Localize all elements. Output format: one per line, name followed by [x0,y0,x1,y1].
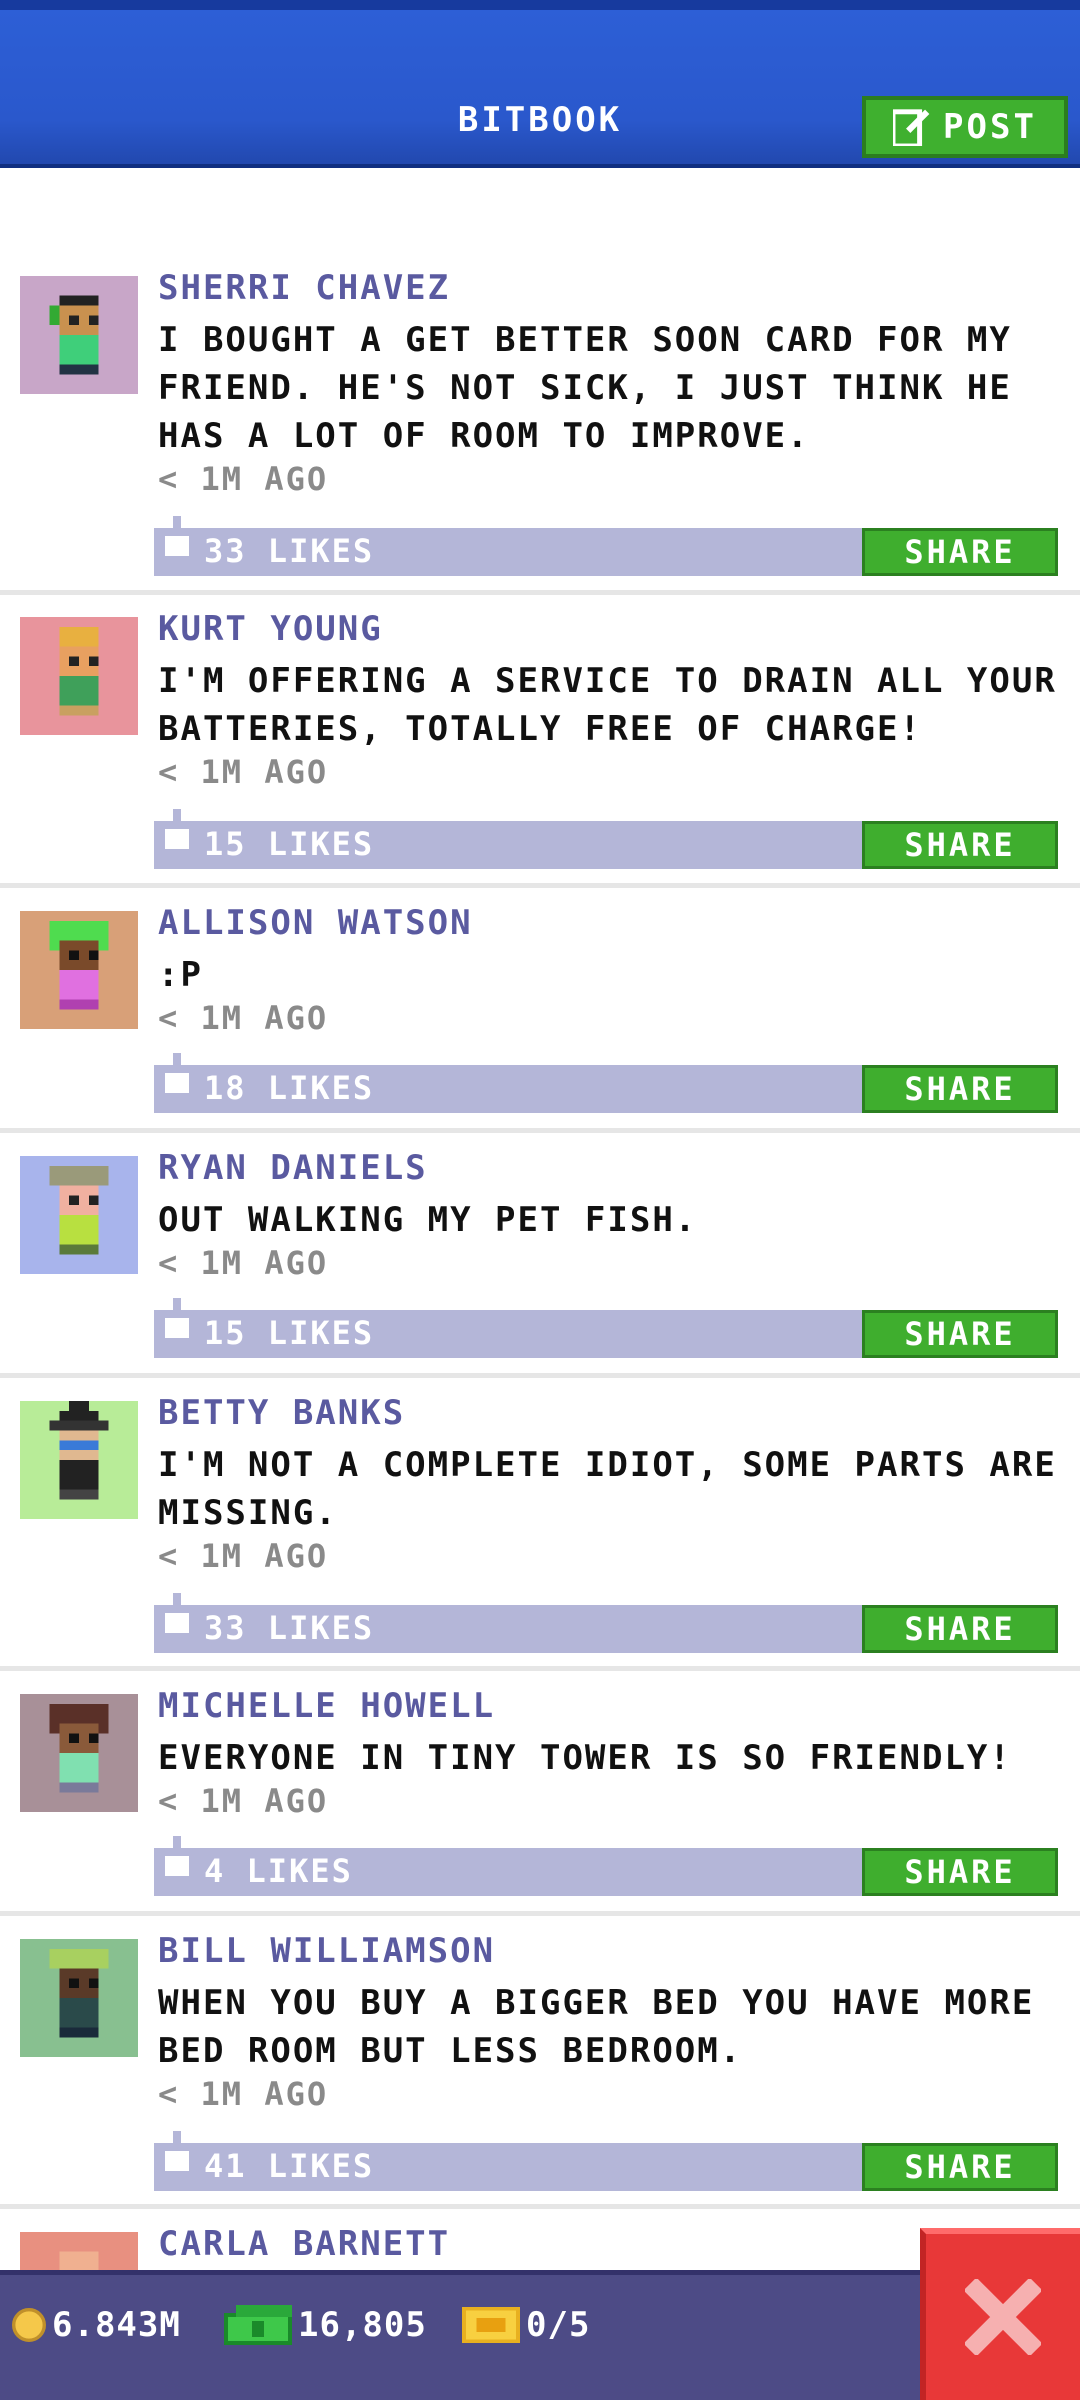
post-time: < 1M AGO [158,1782,329,1820]
likes-count[interactable]: 4 LIKES [204,1852,353,1890]
thumbs-up-icon [165,1053,189,1093]
post-text: I'M OFFERING A SERVICE TO DRAIN ALL YOUR… [158,661,1057,749]
post-author[interactable]: BILL WILLIAMSON [158,1931,495,1971]
avatar[interactable] [20,1401,138,1519]
avatar[interactable] [20,617,138,735]
thumbs-up-icon [165,2131,189,2171]
avatar[interactable] [20,911,138,1029]
likes-bar: 41 LIKES SHARE [154,2131,1058,2191]
bux-value: 16,805 [298,2305,427,2345]
coins-value: 6.843M [52,2305,181,2345]
post-author[interactable]: CARLA BARNETT [158,2224,450,2264]
bux-icon [224,2305,292,2345]
post-time: < 1M AGO [158,460,329,498]
post-text: OUT WALKING MY PET FISH. [158,1200,698,1240]
thumbs-up-icon [165,1836,189,1876]
likes-bar: 33 LIKES SHARE [154,1593,1058,1653]
avatar[interactable] [20,1694,138,1812]
post-time: < 1M AGO [158,999,329,1037]
post-time: < 1M AGO [158,1537,329,1575]
tickets-stat: 0/5 [462,2305,590,2345]
post-text: I'M NOT A COMPLETE IDIOT, SOME PARTS ARE… [158,1445,1057,1533]
top-bar: BITBOOK POST [0,0,1080,168]
likes-count[interactable]: 41 LIKES [204,2147,374,2185]
share-button[interactable]: SHARE [862,1605,1058,1653]
likes-bar: 18 LIKES SHARE [154,1053,1058,1113]
coin-icon [12,2308,46,2342]
likes-bar: 4 LIKES SHARE [154,1836,1058,1896]
likes-count[interactable]: 33 LIKES [204,532,374,570]
post-author[interactable]: MICHELLE HOWELL [158,1686,495,1726]
share-button[interactable]: SHARE [862,1065,1058,1113]
post-button-label: POST [943,107,1037,147]
edit-icon [893,109,930,146]
thumbs-up-icon [165,809,189,849]
post-time: < 1M AGO [158,753,329,791]
avatar[interactable] [20,276,138,394]
likes-bar: 15 LIKES SHARE [154,1298,1058,1358]
divider [0,590,1080,595]
likes-bar: 15 LIKES SHARE [154,809,1058,869]
post-time: < 1M AGO [158,1244,329,1282]
post-author[interactable]: KURT YOUNG [158,609,383,649]
ticket-icon [462,2307,520,2343]
divider [0,883,1080,888]
post-button[interactable]: POST [862,96,1068,158]
post-text: EVERYONE IN TINY TOWER IS SO FRIENDLY! [158,1738,1012,1778]
likes-count[interactable]: 15 LIKES [204,1314,374,1352]
coins-stat: 6.843M [12,2305,181,2345]
share-button[interactable]: SHARE [862,821,1058,869]
post-text: WHEN YOU BUY A BIGGER BED YOU HAVE MORE … [158,1983,1035,2071]
post-text: I BOUGHT A GET BETTER SOON CARD FOR MY F… [158,320,1012,456]
divider [0,1911,1080,1916]
post-text: :P [158,955,203,995]
close-button[interactable] [920,2228,1080,2400]
thumbs-up-icon [165,1593,189,1633]
post-author[interactable]: SHERRI CHAVEZ [158,268,450,308]
post-time: < 1M AGO [158,2075,329,2113]
divider [0,1666,1080,1671]
share-button[interactable]: SHARE [862,2143,1058,2191]
divider [0,2204,1080,2209]
tickets-value: 0/5 [526,2305,591,2345]
likes-bar: 33 LIKES SHARE [154,516,1058,576]
share-button[interactable]: SHARE [862,1310,1058,1358]
post-author[interactable]: BETTY BANKS [158,1393,405,1433]
likes-count[interactable]: 15 LIKES [204,825,374,863]
thumbs-up-icon [165,1298,189,1338]
status-bar: 6.843M 16,805 0/5 [0,2270,1080,2400]
post-author[interactable]: ALLISON WATSON [158,903,473,943]
post-author[interactable]: RYAN DANIELS [158,1148,428,1188]
divider [0,1128,1080,1133]
likes-count[interactable]: 33 LIKES [204,1609,374,1647]
thumbs-up-icon [165,516,189,556]
share-button[interactable]: SHARE [862,1848,1058,1896]
avatar[interactable] [20,1939,138,2057]
bux-stat: 16,805 [224,2305,427,2345]
divider [0,1373,1080,1378]
likes-count[interactable]: 18 LIKES [204,1069,374,1107]
avatar[interactable] [20,1156,138,1274]
close-icon [965,2279,1041,2355]
share-button[interactable]: SHARE [862,528,1058,576]
